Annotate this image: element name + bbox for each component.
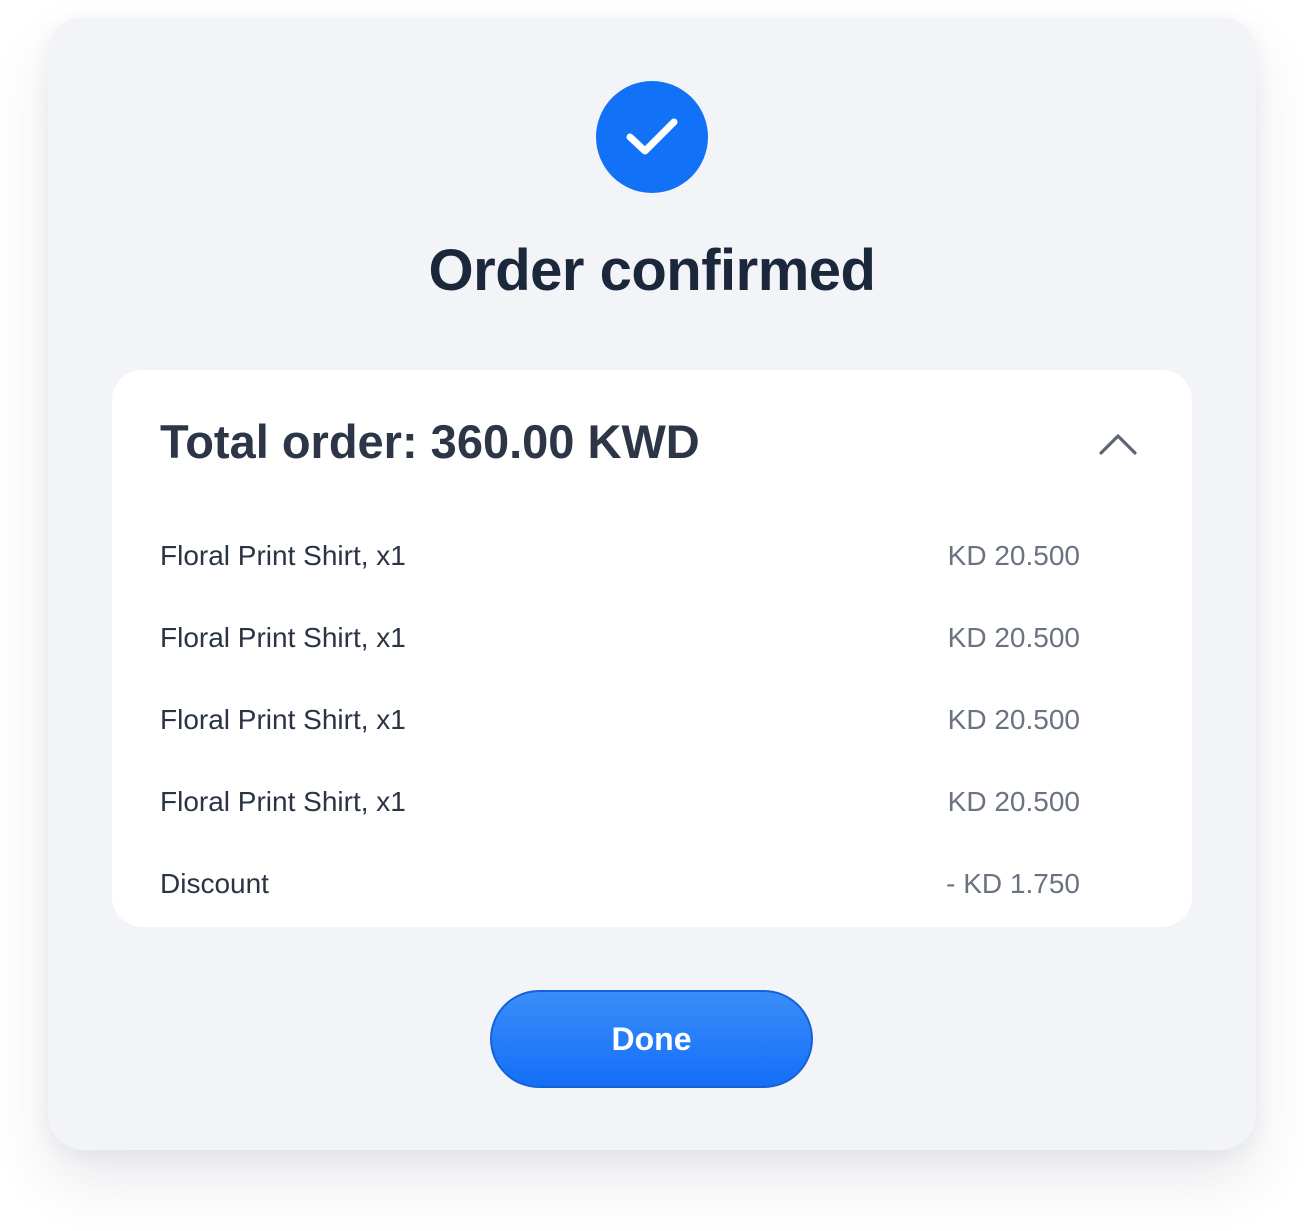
list-item: Floral Print Shirt, x1 KD 20.500 (160, 597, 1080, 679)
discount-label: Discount (160, 868, 269, 899)
order-items-list: Floral Print Shirt, x1 KD 20.500 Floral … (160, 515, 1080, 925)
checkmark-icon (596, 81, 708, 193)
order-summary-card: Total order: 360.00 KWD Floral Print Shi… (112, 370, 1192, 927)
item-name: Floral Print Shirt, x1 (160, 704, 406, 735)
discount-row: Discount - KD 1.750 (160, 843, 1080, 925)
item-price: KD 20.500 (947, 704, 1080, 735)
chevron-up-glyph (1099, 434, 1137, 455)
order-confirmation-modal: Order confirmed Total order: 360.00 KWD … (48, 17, 1256, 1150)
done-button[interactable]: Done (490, 990, 813, 1088)
item-price: KD 20.500 (947, 540, 1080, 571)
list-item: Floral Print Shirt, x1 KD 20.500 (160, 679, 1080, 761)
checkmark-glyph (626, 118, 678, 155)
item-price: KD 20.500 (947, 622, 1080, 653)
list-item: Floral Print Shirt, x1 KD 20.500 (160, 761, 1080, 843)
list-item: Floral Print Shirt, x1 KD 20.500 (160, 515, 1080, 597)
page-title: Order confirmed (428, 238, 876, 303)
item-price: KD 20.500 (947, 786, 1080, 817)
total-order-heading: Total order: 360.00 KWD (160, 415, 700, 468)
item-name: Floral Print Shirt, x1 (160, 622, 406, 653)
discount-amount: - KD 1.750 (946, 868, 1080, 899)
item-name: Floral Print Shirt, x1 (160, 540, 406, 571)
item-name: Floral Print Shirt, x1 (160, 786, 406, 817)
chevron-up-icon[interactable] (1098, 424, 1138, 464)
